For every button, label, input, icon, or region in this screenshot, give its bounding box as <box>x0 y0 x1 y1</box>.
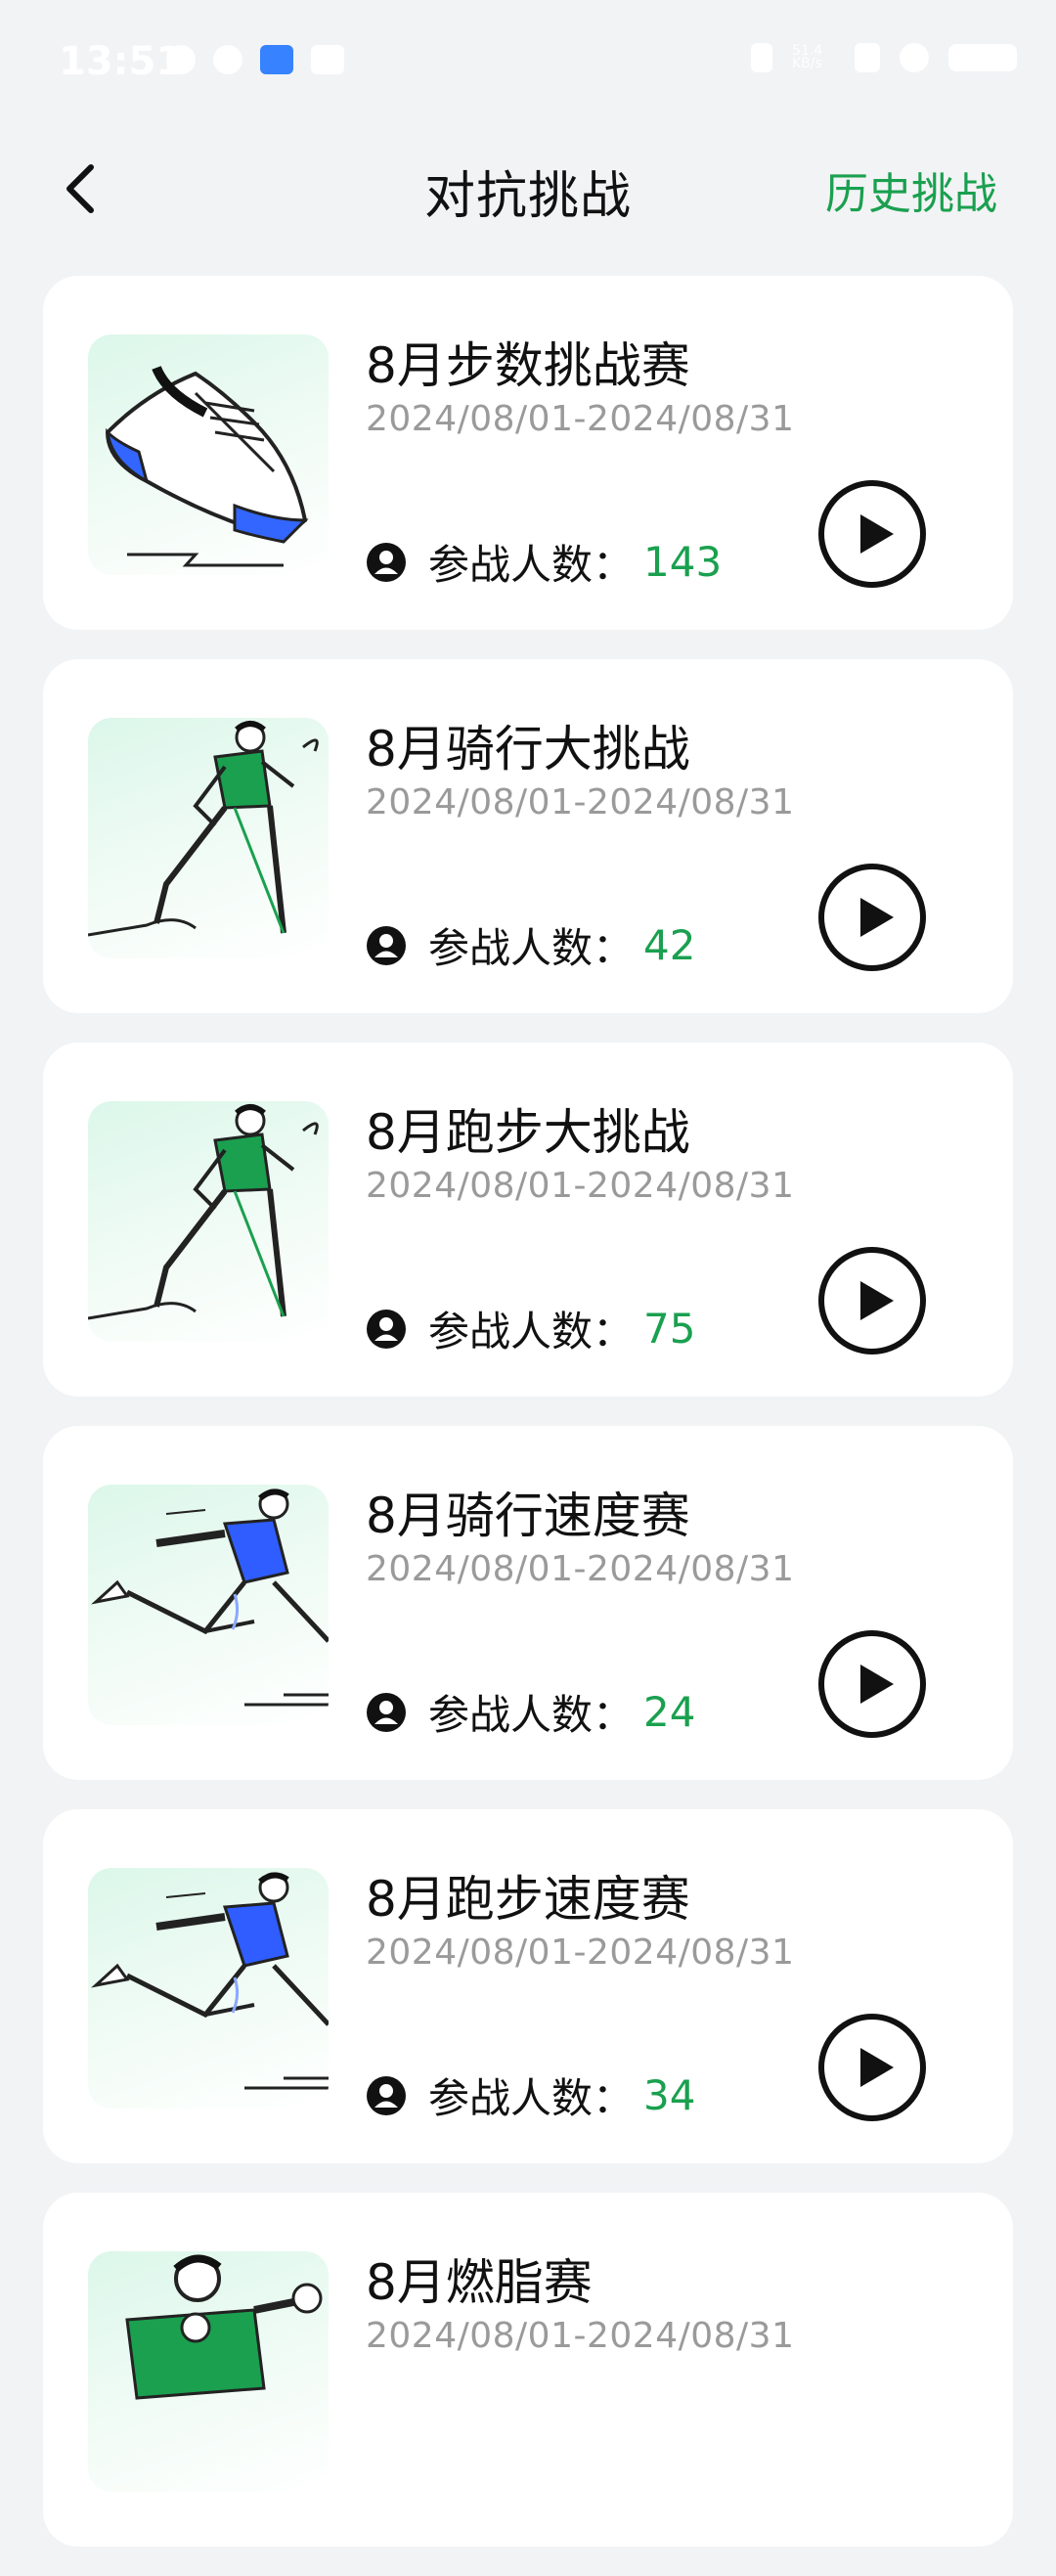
challenge-card[interactable]: 8月跑步大挑战 2024/08/01-2024/08/31 参战人数： 75 <box>43 1043 1013 1397</box>
participants-count: 34 <box>643 2071 696 2119</box>
challenge-title: 8月骑行速度赛 <box>366 1488 690 1544</box>
history-challenges-link[interactable]: 历史挑战 <box>825 158 997 221</box>
challenge-date-range: 2024/08/01-2024/08/31 <box>366 1549 795 1589</box>
battery-icon <box>948 44 1017 71</box>
nfc-icon <box>855 43 880 72</box>
participants-label: 参战人数： <box>428 541 635 589</box>
person-icon <box>366 1309 407 1350</box>
play-button[interactable] <box>817 2013 927 2122</box>
challenge-title: 8月步数挑战赛 <box>366 337 690 394</box>
participants-row: 参战人数： 34 <box>366 2065 695 2125</box>
challenge-date-range: 2024/08/01-2024/08/31 <box>366 1166 795 1206</box>
challenge-title: 8月燃脂赛 <box>366 2254 593 2311</box>
runner-illustration <box>88 1485 329 1725</box>
play-icon <box>817 1629 927 1739</box>
walker-illustration <box>88 1101 329 1342</box>
challenge-list: 8月步数挑战赛 2024/08/01-2024/08/31 参战人数： 143 8月骑行… <box>43 276 1013 2576</box>
walker-illustration <box>88 718 329 958</box>
challenge-date-range: 2024/08/01-2024/08/31 <box>366 399 795 439</box>
participants-label: 参战人数： <box>428 924 635 972</box>
challenge-card[interactable]: 8月骑行速度赛 2024/08/01-2024/08/31 参战人数： 24 <box>43 1426 1013 1780</box>
status-time: 13:51 <box>59 39 184 84</box>
play-button[interactable] <box>817 1629 927 1739</box>
participants-row: 参战人数： 75 <box>366 1299 695 1358</box>
participants-label: 参战人数： <box>428 1691 635 1739</box>
vibrate-icon <box>751 43 772 72</box>
mail-icon <box>311 45 344 74</box>
participants-count: 143 <box>643 538 723 586</box>
system-icons: 51.4 KB/s <box>751 43 1017 72</box>
play-button[interactable] <box>817 479 927 589</box>
participants-row: 参战人数： 143 <box>366 532 722 592</box>
challenge-date-range: 2024/08/01-2024/08/31 <box>366 2316 795 2356</box>
challenge-title: 8月跑步大挑战 <box>366 1104 690 1161</box>
challenge-card[interactable]: 8月骑行大挑战 2024/08/01-2024/08/31 参战人数： 42 <box>43 659 1013 1013</box>
participants-count: 24 <box>643 1688 696 1736</box>
participants-count: 75 <box>643 1305 696 1353</box>
play-icon <box>817 863 927 972</box>
participants-label: 参战人数： <box>428 1308 635 1355</box>
challenge-card[interactable]: 8月步数挑战赛 2024/08/01-2024/08/31 参战人数： 143 <box>43 276 1013 630</box>
runner-illustration <box>88 1868 329 2109</box>
wifi-icon <box>900 43 929 72</box>
play-button[interactable] <box>817 863 927 972</box>
leaf-icon <box>213 45 242 74</box>
challenge-card[interactable]: 8月燃脂赛 2024/08/01-2024/08/31 <box>43 2193 1013 2547</box>
participants-row: 参战人数： 24 <box>366 1682 695 1742</box>
play-icon <box>817 2013 927 2122</box>
person-icon <box>366 925 407 966</box>
participants-count: 42 <box>643 921 696 969</box>
person-icon <box>366 1692 407 1733</box>
bell-icon <box>166 45 196 74</box>
person-icon <box>366 2075 407 2116</box>
person-icon <box>366 542 407 583</box>
header: 对抗挑战 历史挑战 <box>0 125 1056 246</box>
play-icon <box>817 479 927 589</box>
participants-label: 参战人数： <box>428 2074 635 2122</box>
participants-row: 参战人数： 42 <box>366 915 695 975</box>
status-bar: 13:51 51.4 KB/s <box>0 0 1056 125</box>
challenge-date-range: 2024/08/01-2024/08/31 <box>366 1932 795 1973</box>
challenge-title: 8月骑行大挑战 <box>366 721 690 777</box>
boxer-illustration <box>88 2251 329 2492</box>
challenge-card[interactable]: 8月跑步速度赛 2024/08/01-2024/08/31 参战人数： 34 <box>43 1809 1013 2163</box>
net-speed: 51.4 KB/s <box>792 43 823 71</box>
play-button[interactable] <box>817 1246 927 1355</box>
play-icon <box>817 1246 927 1355</box>
notification-icons <box>166 45 344 74</box>
sneaker-illustration <box>88 334 329 575</box>
challenge-title: 8月跑步速度赛 <box>366 1871 690 1928</box>
send-icon <box>260 45 293 74</box>
challenge-date-range: 2024/08/01-2024/08/31 <box>366 782 795 822</box>
